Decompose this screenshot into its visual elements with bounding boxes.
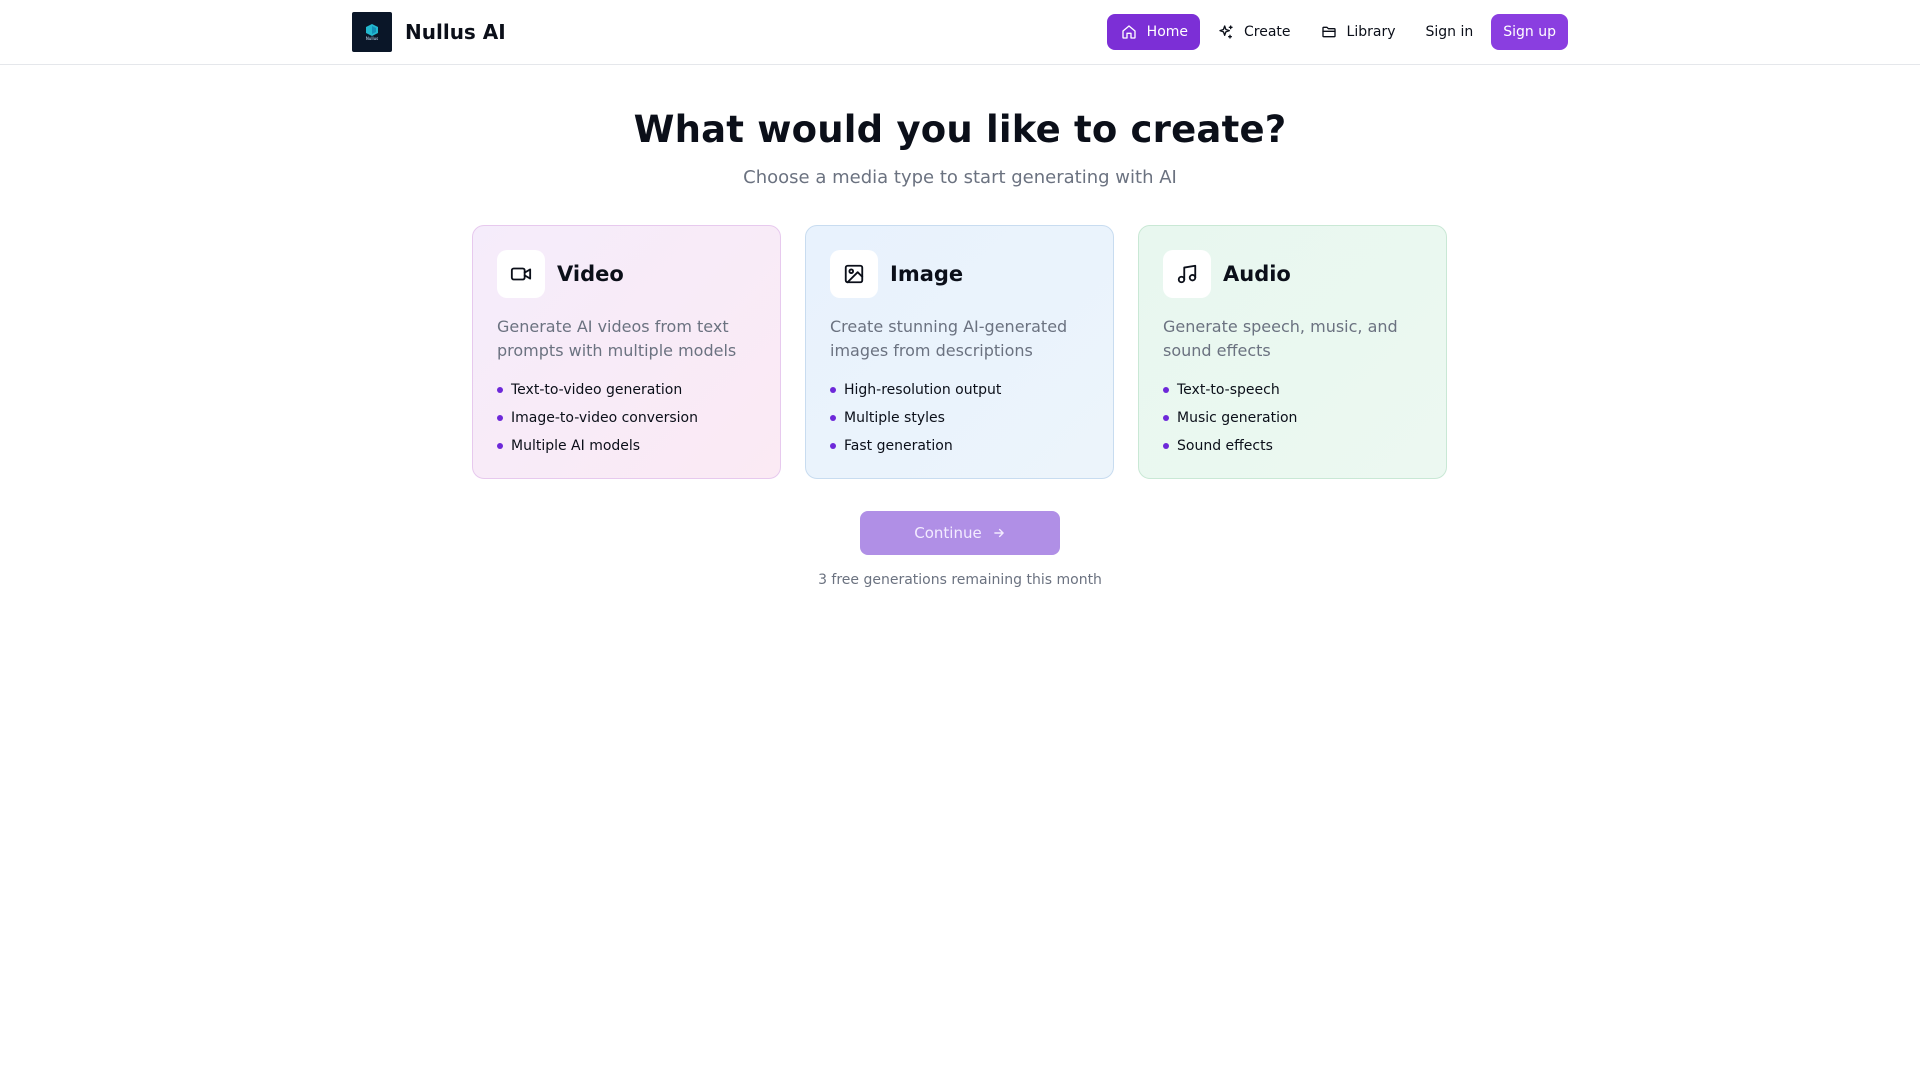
main-nav: Home Create Library Sign in Sign up (1106, 14, 1568, 50)
sign-up-button[interactable]: Sign up (1491, 14, 1568, 50)
card-description: Create stunning AI-generated images from… (830, 317, 1068, 360)
list-item: Image-to-video conversion (497, 404, 756, 432)
bullet-icon (830, 415, 836, 421)
feature-label: Image-to-video conversion (511, 410, 698, 426)
feature-label: Music generation (1177, 410, 1298, 426)
continue-button[interactable]: Continue (860, 511, 1060, 555)
nav-item-library[interactable]: Library (1309, 14, 1408, 50)
bullet-icon (497, 415, 503, 421)
nav-item-label: Create (1244, 24, 1291, 40)
list-item: Multiple AI models (497, 432, 756, 460)
nav-item-label: Home (1146, 24, 1189, 40)
list-item: Text-to-video generation (497, 376, 756, 404)
logo-mark-icon (366, 23, 378, 36)
card-description: Generate AI videos from text prompts wit… (497, 317, 737, 360)
feature-label: Multiple styles (844, 410, 945, 426)
feature-label: High-resolution output (844, 382, 1002, 398)
media-card-audio[interactable]: Audio Generate speech, music, and sound … (1138, 225, 1447, 479)
app-logo: Nullus (352, 12, 392, 52)
page-subtitle: Choose a media type to start generating … (743, 167, 1177, 188)
arrow-right-icon (993, 528, 1004, 538)
nav-item-create[interactable]: Create (1206, 14, 1303, 50)
app-name: Nullus AI (405, 20, 506, 44)
home-icon (1122, 25, 1136, 39)
feature-label: Text-to-speech (1177, 382, 1280, 398)
bullet-icon (497, 387, 503, 393)
bullet-icon (1163, 415, 1169, 421)
video-camera-icon (510, 267, 532, 281)
image-icon (844, 264, 864, 284)
nav-item-label: Library (1346, 24, 1396, 40)
top-navbar: Nullus Nullus AI Home Create Library Sig… (0, 0, 1920, 65)
bullet-icon (830, 387, 836, 393)
list-item: Multiple styles (830, 404, 1089, 432)
media-card-image[interactable]: Image Create stunning AI-generated image… (805, 225, 1114, 479)
logo-text: Nullus (365, 35, 379, 41)
list-item: Music generation (1163, 404, 1422, 432)
bullet-icon (497, 443, 503, 449)
feature-label: Fast generation (844, 438, 953, 454)
list-item: Sound effects (1163, 432, 1422, 460)
feature-label: Sound effects (1177, 438, 1273, 454)
feature-label: Multiple AI models (511, 438, 641, 454)
music-note-icon (1177, 264, 1197, 284)
card-title: Audio (1223, 262, 1291, 286)
feature-list: Text-to-speech Music generation Sound ef… (1163, 376, 1422, 460)
list-item: Fast generation (830, 432, 1089, 460)
card-icon-box (830, 250, 878, 298)
folder-icon (1321, 26, 1336, 38)
page-title: What would you like to create? (633, 108, 1287, 151)
brand[interactable]: Nullus Nullus AI (352, 12, 506, 52)
continue-label: Continue (914, 524, 982, 542)
sparkles-icon (1219, 25, 1233, 39)
feature-label: Text-to-video generation (511, 382, 683, 398)
feature-list: Text-to-video generation Image-to-video … (497, 376, 756, 460)
sign-in-button[interactable]: Sign in (1414, 14, 1486, 50)
bullet-icon (830, 443, 836, 449)
feature-list: High-resolution output Multiple styles F… (830, 376, 1089, 460)
list-item: High-resolution output (830, 376, 1089, 404)
media-type-cards: Video Generate AI videos from text promp… (472, 225, 1447, 479)
card-icon-box (1163, 250, 1211, 298)
nav-item-home[interactable]: Home (1106, 14, 1201, 50)
card-title: Video (557, 262, 624, 286)
media-card-video[interactable]: Video Generate AI videos from text promp… (472, 225, 781, 479)
card-description: Generate speech, music, and sound effect… (1163, 317, 1398, 360)
bullet-icon (1163, 387, 1169, 393)
generations-remaining: 3 free generations remaining this month (818, 572, 1102, 588)
card-title: Image (890, 262, 964, 286)
bullet-icon (1163, 443, 1169, 449)
card-icon-box (497, 250, 545, 298)
list-item: Text-to-speech (1163, 376, 1422, 404)
